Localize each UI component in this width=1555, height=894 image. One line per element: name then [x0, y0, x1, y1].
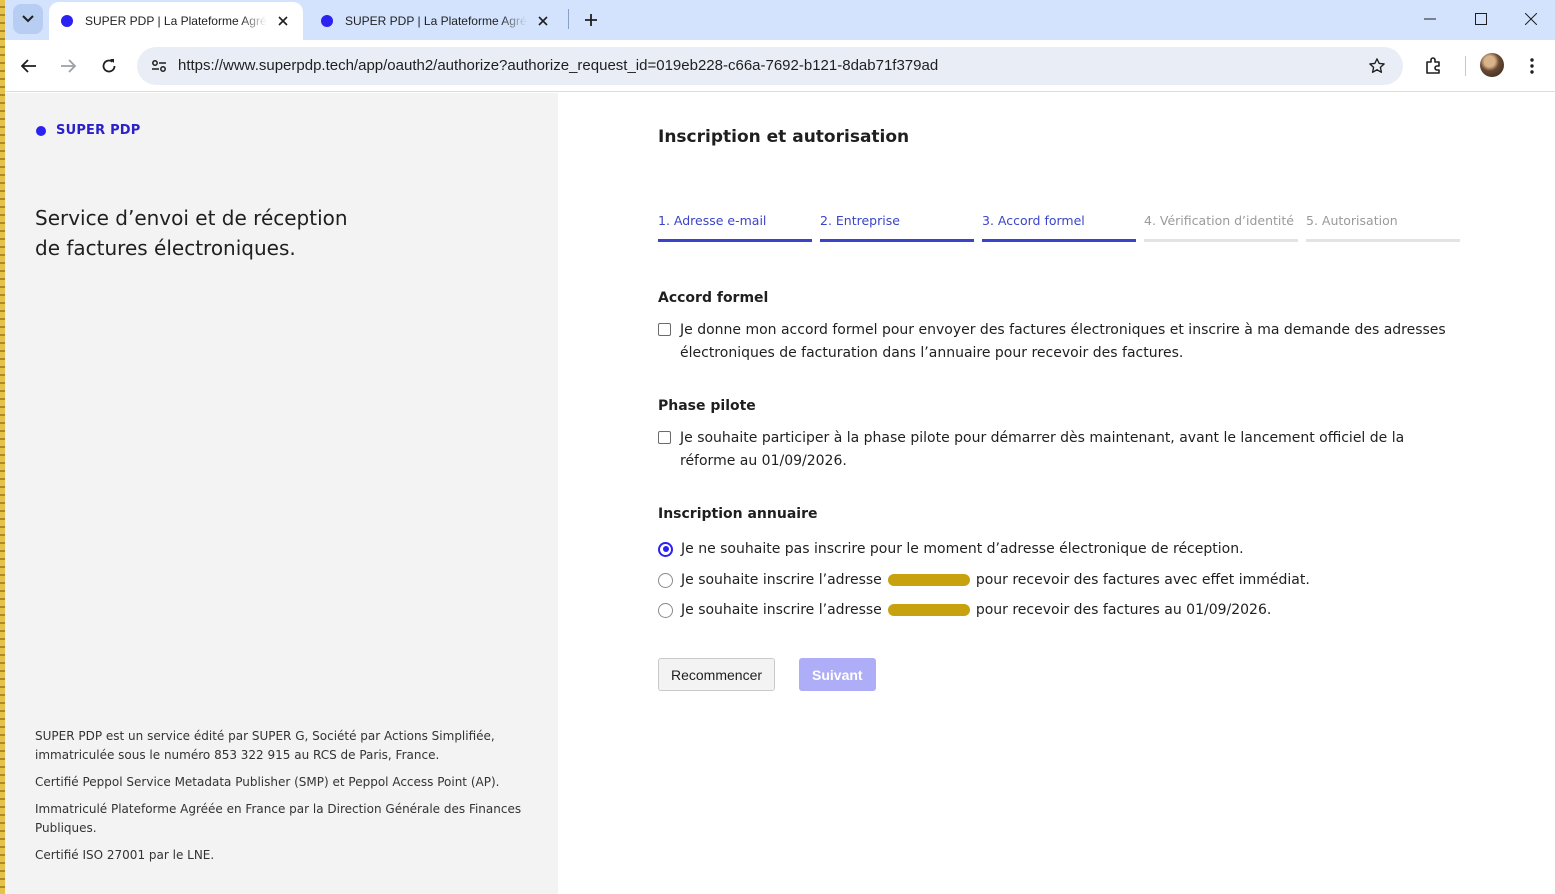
- sidebar-panel: SUPER PDP Service d’envoi et de réceptio…: [5, 93, 558, 894]
- step-verification: 4. Vérification d’identité: [1144, 213, 1298, 242]
- address-bar[interactable]: https://www.superpdp.tech/app/oauth2/aut…: [137, 47, 1403, 85]
- pilote-label: Phase pilote: [658, 398, 756, 414]
- maximize-icon: [1475, 13, 1487, 25]
- tab-separator: [568, 9, 569, 29]
- step-autorisation: 5. Autorisation: [1306, 213, 1460, 242]
- reload-button[interactable]: [95, 52, 123, 80]
- reload-icon: [102, 59, 116, 73]
- footer-dgfip: Immatriculé Plateforme Agréée en France …: [35, 802, 522, 835]
- extensions-button[interactable]: [1419, 52, 1447, 80]
- radio-label[interactable]: Je souhaite inscrire l’adresse: [681, 572, 882, 588]
- pilote-checkbox[interactable]: [658, 431, 671, 444]
- close-icon: [1525, 13, 1537, 25]
- pilote-checkbox-label[interactable]: Je souhaite participer à la phase pilote…: [680, 427, 1458, 473]
- annuaire-option-2026[interactable]: Je souhaite inscrire l’adresse pour rece…: [658, 602, 1271, 618]
- legal-footer: SUPER PDP est un service édité par SUPER…: [35, 727, 535, 873]
- brand-dot-icon: [36, 125, 46, 136]
- minimize-button[interactable]: [1405, 0, 1455, 38]
- radio-label[interactable]: Je souhaite inscrire l’adresse: [681, 602, 882, 618]
- step-accord[interactable]: 3. Accord formel: [982, 213, 1136, 242]
- tab-title: SUPER PDP | La Plateforme Agréée: [85, 14, 268, 28]
- browser-toolbar: https://www.superpdp.tech/app/oauth2/aut…: [5, 40, 1555, 92]
- page-title: Inscription et autorisation: [658, 127, 910, 147]
- restart-button[interactable]: Recommencer: [658, 658, 776, 691]
- tab-search-button[interactable]: [13, 4, 43, 34]
- step-email[interactable]: 1. Adresse e-mail: [658, 213, 812, 242]
- pilote-checkbox-row[interactable]: Je souhaite participer à la phase pilote…: [658, 427, 1458, 473]
- url-text: https://www.superpdp.tech/app/oauth2/aut…: [178, 57, 939, 74]
- arrow-left-icon: [21, 59, 36, 73]
- annuaire-label: Inscription annuaire: [658, 506, 818, 522]
- accord-checkbox-label[interactable]: Je donne mon accord formel pour envoyer …: [680, 319, 1458, 365]
- redacted-address: [887, 574, 970, 586]
- brand-name: SUPER PDP: [56, 123, 141, 138]
- forward-button[interactable]: [54, 52, 82, 80]
- chevron-down-icon: [22, 15, 34, 23]
- arrow-right-icon: [61, 59, 76, 73]
- step-entreprise[interactable]: 2. Entreprise: [820, 213, 974, 242]
- browser-tab-1[interactable]: SUPER PDP | La Plateforme Agréée: [49, 2, 303, 40]
- accord-label: Accord formel: [658, 290, 769, 306]
- close-window-button[interactable]: [1506, 0, 1555, 38]
- stepper: 1. Adresse e-mail 2. Entreprise 3. Accor…: [658, 213, 1468, 242]
- favicon-icon: [321, 15, 333, 27]
- footer-company: SUPER PDP est un service édité par SUPER…: [35, 729, 495, 762]
- footer-iso: Certifié ISO 27001 par le LNE.: [35, 848, 215, 862]
- close-icon[interactable]: [535, 13, 551, 29]
- redacted-address: [887, 604, 970, 616]
- toolbar-divider: [1465, 56, 1466, 76]
- tagline: Service d’envoi et de réception de factu…: [35, 206, 348, 260]
- radio-button[interactable]: [658, 572, 673, 588]
- minimize-icon: [1424, 18, 1436, 20]
- annuaire-option-none[interactable]: Je ne souhaite pas inscrire pour le mome…: [658, 541, 1244, 557]
- radio-label[interactable]: Je ne souhaite pas inscrire pour le mome…: [681, 541, 1244, 557]
- kebab-menu-icon: [1530, 58, 1534, 74]
- bookmark-star-icon[interactable]: [1363, 52, 1391, 80]
- brand-logo[interactable]: SUPER PDP: [36, 123, 141, 138]
- puzzle-icon: [1426, 57, 1440, 74]
- annuaire-option-immediate[interactable]: Je souhaite inscrire l’adresse pour rece…: [658, 572, 1310, 588]
- browser-tab-strip: SUPER PDP | La Plateforme Agréée SUPER P…: [5, 0, 1555, 40]
- radio-button[interactable]: [658, 541, 673, 557]
- back-button[interactable]: [15, 52, 43, 80]
- browser-tab-2[interactable]: SUPER PDP | La Plateforme Agréée: [309, 2, 563, 40]
- radio-label-suffix[interactable]: pour recevoir des factures au 01/09/2026…: [976, 602, 1272, 618]
- accord-checkbox-row[interactable]: Je donne mon accord formel pour envoyer …: [658, 319, 1458, 365]
- accord-checkbox[interactable]: [658, 323, 671, 336]
- menu-button[interactable]: [1518, 52, 1546, 80]
- radio-label-suffix[interactable]: pour recevoir des factures avec effet im…: [976, 572, 1310, 588]
- footer-peppol: Certifié Peppol Service Metadata Publish…: [35, 775, 500, 789]
- maximize-button[interactable]: [1456, 0, 1506, 38]
- close-icon[interactable]: [275, 13, 291, 29]
- new-tab-button[interactable]: [577, 6, 605, 34]
- main-panel: Inscription et autorisation 1. Adresse e…: [558, 93, 1555, 894]
- next-button[interactable]: Suivant: [799, 658, 876, 691]
- tab-title: SUPER PDP | La Plateforme Agréée: [345, 14, 528, 28]
- favicon-icon: [61, 15, 73, 27]
- profile-avatar[interactable]: [1480, 53, 1504, 77]
- radio-button[interactable]: [658, 602, 673, 618]
- page-content: SUPER PDP Service d’envoi et de réceptio…: [5, 93, 1555, 894]
- site-info-icon[interactable]: [145, 52, 173, 80]
- plus-icon: [585, 14, 597, 26]
